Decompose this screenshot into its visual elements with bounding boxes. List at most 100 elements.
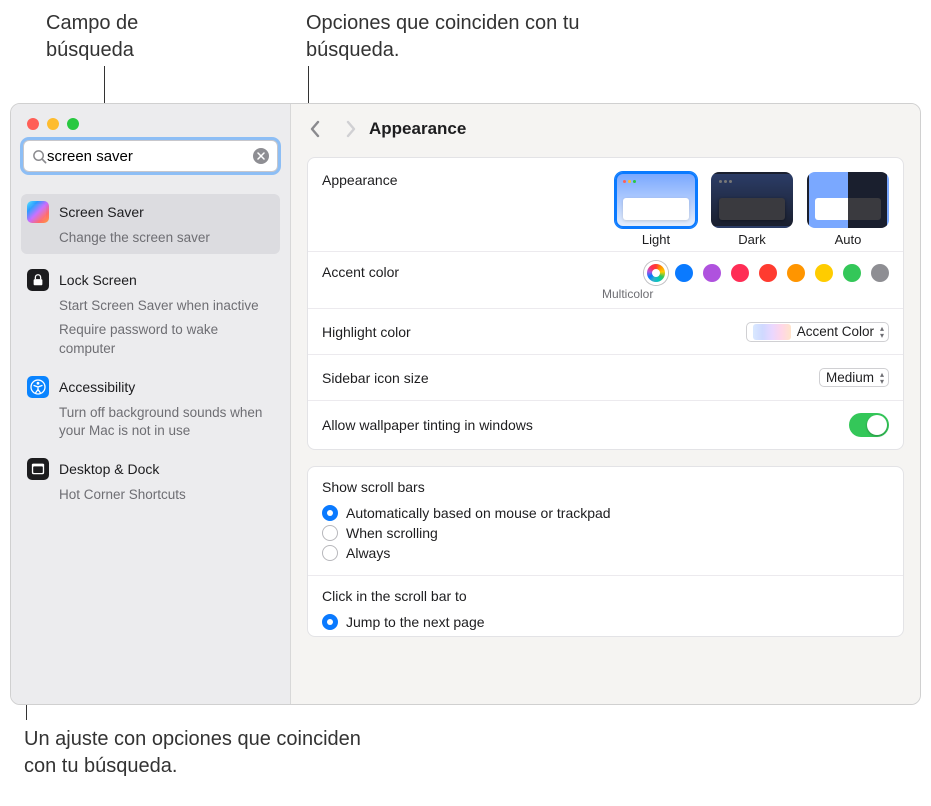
sidebar-icon-size-value: Medium bbox=[826, 370, 874, 385]
search-result-group: Screen Saver Change the screen saver bbox=[21, 194, 280, 254]
appearance-options: Light Dark Auto bbox=[615, 172, 889, 247]
appearance-thumb-auto bbox=[807, 172, 889, 228]
search-result-sub[interactable]: Require password to wake computer bbox=[21, 318, 280, 360]
highlight-color-value: Accent Color bbox=[797, 324, 874, 339]
window-controls bbox=[11, 104, 290, 140]
wallpaper-tinting-label: Allow wallpaper tinting in windows bbox=[322, 417, 533, 433]
accent-swatch[interactable] bbox=[843, 264, 861, 282]
scroll-section: Show scroll bars Automatically based on … bbox=[307, 466, 904, 637]
accent-swatch[interactable] bbox=[815, 264, 833, 282]
search-result-title: Screen Saver bbox=[59, 204, 144, 220]
clear-search-button[interactable] bbox=[253, 148, 269, 164]
highlight-swatch-icon bbox=[753, 324, 791, 340]
search-results: Screen Saver Change the screen saver Lock … bbox=[11, 178, 290, 512]
search-field-wrapper bbox=[11, 140, 290, 178]
search-field[interactable] bbox=[23, 140, 278, 172]
chevron-updown-icon: ▴▾ bbox=[880, 325, 884, 339]
sidebar-icon-size-label: Sidebar icon size bbox=[322, 370, 429, 386]
search-result-title: Lock Screen bbox=[59, 272, 137, 288]
search-result-sub[interactable]: Start Screen Saver when inactive bbox=[21, 294, 280, 318]
scrollbars-title: Show scroll bars bbox=[322, 479, 889, 495]
search-result-group: Lock Screen Start Screen Saver when inact… bbox=[21, 266, 280, 361]
appearance-row: Appearance Light Dark Auto bbox=[308, 158, 903, 251]
scrollbars-group: Show scroll bars Automatically based on … bbox=[308, 467, 903, 575]
zoom-window-button[interactable] bbox=[67, 118, 79, 130]
accent-swatches bbox=[647, 264, 889, 282]
callout-search-field: Campo de búsqueda bbox=[46, 10, 226, 64]
accent-swatch[interactable] bbox=[703, 264, 721, 282]
desktop-icon bbox=[27, 458, 49, 480]
sidebar: Screen Saver Change the screen saver Lock … bbox=[11, 104, 291, 704]
radio-label: Automatically based on mouse or trackpad bbox=[346, 505, 611, 521]
click-scroll-options: Jump to the next page bbox=[322, 612, 889, 632]
back-button[interactable] bbox=[309, 120, 321, 138]
search-result-heading[interactable]: Lock Screen bbox=[21, 266, 280, 294]
search-input[interactable] bbox=[47, 148, 253, 165]
accent-swatch[interactable] bbox=[787, 264, 805, 282]
radio-label: When scrolling bbox=[346, 525, 438, 541]
appearance-option-light[interactable]: Light bbox=[615, 172, 697, 247]
radio-option[interactable]: When scrolling bbox=[322, 523, 889, 543]
wallpaper-tinting-toggle[interactable] bbox=[849, 413, 889, 437]
radio-option[interactable]: Automatically based on mouse or trackpad bbox=[322, 503, 889, 523]
chevron-updown-icon: ▴▾ bbox=[880, 371, 884, 385]
search-result-group: Accessibility Turn off background sounds … bbox=[21, 373, 280, 443]
appearance-option-label: Light bbox=[642, 232, 670, 247]
screensaver-icon bbox=[27, 201, 49, 223]
search-result-title: Accessibility bbox=[59, 379, 135, 395]
radio-icon bbox=[322, 505, 338, 521]
accent-swatch[interactable] bbox=[759, 264, 777, 282]
appearance-option-dark[interactable]: Dark bbox=[711, 172, 793, 247]
radio-icon bbox=[322, 614, 338, 630]
appearance-label: Appearance bbox=[322, 172, 398, 188]
accessibility-icon bbox=[27, 376, 49, 398]
search-icon bbox=[32, 149, 47, 164]
lock-icon bbox=[27, 269, 49, 291]
forward-button[interactable] bbox=[345, 120, 357, 138]
callout-setting-group: Un ajuste con opciones que coinciden con… bbox=[24, 726, 374, 780]
accent-caption: Multicolor bbox=[602, 287, 653, 301]
main-header: Appearance bbox=[291, 104, 920, 149]
search-result-title: Desktop & Dock bbox=[59, 461, 159, 477]
accent-color-label: Accent color bbox=[322, 264, 399, 280]
highlight-color-popup[interactable]: Accent Color ▴▾ bbox=[746, 322, 889, 342]
radio-option[interactable]: Always bbox=[322, 543, 889, 563]
search-result-sub[interactable]: Change the screen saver bbox=[21, 226, 280, 250]
radio-option[interactable]: Jump to the next page bbox=[322, 612, 889, 632]
radio-icon bbox=[322, 525, 338, 541]
accent-swatch[interactable] bbox=[647, 264, 665, 282]
highlight-color-row: Highlight color Accent Color ▴▾ bbox=[308, 308, 903, 354]
search-result-heading[interactable]: Screen Saver bbox=[21, 198, 280, 226]
radio-label: Jump to the next page bbox=[346, 614, 485, 630]
wallpaper-tinting-row: Allow wallpaper tinting in windows bbox=[308, 400, 903, 449]
minimize-window-button[interactable] bbox=[47, 118, 59, 130]
appearance-section: Appearance Light Dark Auto Accent color Mu… bbox=[307, 157, 904, 450]
highlight-color-label: Highlight color bbox=[322, 324, 411, 340]
appearance-option-label: Dark bbox=[738, 232, 765, 247]
scrollbars-options: Automatically based on mouse or trackpad… bbox=[322, 503, 889, 563]
appearance-thumb-light bbox=[615, 172, 697, 228]
close-window-button[interactable] bbox=[27, 118, 39, 130]
accent-color-row: Accent color Multicolor bbox=[308, 251, 903, 308]
main-panel: Appearance Appearance Light Dark Auto Acce… bbox=[291, 104, 920, 704]
appearance-option-label: Auto bbox=[835, 232, 862, 247]
accent-swatch[interactable] bbox=[675, 264, 693, 282]
search-result-heading[interactable]: Desktop & Dock bbox=[21, 455, 280, 483]
system-settings-window: Screen Saver Change the screen saver Lock … bbox=[10, 103, 921, 705]
radio-label: Always bbox=[346, 545, 390, 561]
sidebar-icon-size-popup[interactable]: Medium ▴▾ bbox=[819, 368, 889, 387]
search-result-sub[interactable]: Turn off background sounds when your Mac… bbox=[21, 401, 280, 443]
callout-matches: Opciones que coinciden con tu búsqueda. bbox=[306, 10, 626, 64]
search-result-sub[interactable]: Hot Corner Shortcuts bbox=[21, 483, 280, 507]
accent-swatch[interactable] bbox=[871, 264, 889, 282]
page-title: Appearance bbox=[369, 119, 466, 139]
sidebar-icon-size-row: Sidebar icon size Medium ▴▾ bbox=[308, 354, 903, 400]
accent-swatch[interactable] bbox=[731, 264, 749, 282]
radio-icon bbox=[322, 545, 338, 561]
search-result-group: Desktop & Dock Hot Corner Shortcuts bbox=[21, 455, 280, 507]
click-scroll-title: Click in the scroll bar to bbox=[322, 588, 889, 604]
appearance-thumb-dark bbox=[711, 172, 793, 228]
appearance-option-auto[interactable]: Auto bbox=[807, 172, 889, 247]
search-result-heading[interactable]: Accessibility bbox=[21, 373, 280, 401]
nav-buttons bbox=[309, 120, 357, 138]
